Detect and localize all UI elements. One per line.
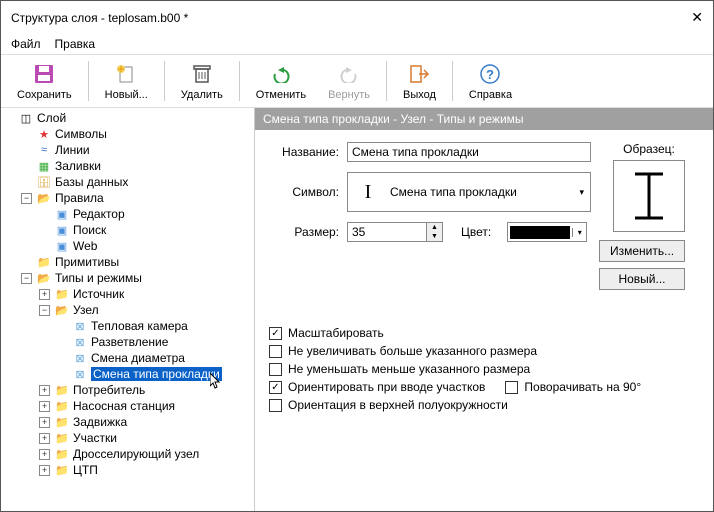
lines-icon: ≈ — [36, 143, 52, 157]
edit-button[interactable]: Изменить... — [599, 240, 685, 262]
new-symbol-button[interactable]: Новый... — [599, 268, 685, 290]
star-icon: ★ — [36, 127, 52, 141]
checkbox-rotate90[interactable] — [505, 381, 518, 394]
delete-button[interactable]: Удалить — [171, 59, 233, 103]
name-label: Название: — [269, 145, 339, 159]
spin-up-icon[interactable]: ▲ — [427, 223, 442, 232]
exit-button[interactable]: Выход — [393, 59, 446, 103]
new-icon — [113, 61, 139, 87]
db-icon: 🗄 — [36, 175, 52, 189]
panel-header: Смена типа прокладки - Узел - Типы и реж… — [255, 108, 713, 130]
help-button[interactable]: ? Справка — [459, 59, 522, 103]
mode-icon: ⊠ — [72, 367, 88, 381]
color-picker[interactable]: ▾ — [507, 222, 587, 242]
tree-panel[interactable]: ◫Слой ★Символы ≈Линии ▦Заливки 🗄Базы дан… — [1, 108, 255, 511]
help-icon: ? — [477, 61, 503, 87]
mode-icon: ⊠ — [72, 335, 88, 349]
menu-file[interactable]: Файл — [11, 37, 41, 51]
folder-icon: 📁 — [54, 447, 70, 461]
color-label: Цвет: — [461, 225, 491, 239]
mode-icon: ⊠ — [72, 319, 88, 333]
folder-icon: 📂 — [36, 191, 52, 205]
menu-edit[interactable]: Правка — [55, 37, 96, 51]
name-input[interactable] — [347, 142, 591, 162]
folder-icon: 📁 — [36, 255, 52, 269]
cube-icon: ▣ — [54, 223, 70, 237]
undo-button[interactable]: Отменить — [246, 59, 316, 103]
tree-selected-item[interactable]: ⊠Смена типа прокладки — [55, 366, 254, 382]
exit-icon — [406, 61, 432, 87]
color-swatch — [510, 226, 570, 239]
folder-icon: 📁 — [54, 287, 70, 301]
folder-icon: 📁 — [54, 399, 70, 413]
size-spinner[interactable]: ▲▼ — [347, 222, 443, 242]
spin-down-icon[interactable]: ▼ — [427, 232, 442, 241]
mode-icon: ⊠ — [72, 351, 88, 365]
cube-icon: ▣ — [54, 207, 70, 221]
symbol-glyph-icon: I — [354, 181, 382, 204]
save-icon — [31, 61, 57, 87]
folder-icon: 📁 — [54, 463, 70, 477]
tree-root[interactable]: Слой — [37, 111, 66, 125]
undo-icon — [268, 61, 294, 87]
folder-icon: 📁 — [54, 415, 70, 429]
checkbox-no-shrink[interactable] — [269, 363, 282, 376]
cube-icon: ▣ — [54, 239, 70, 253]
window-title: Структура слоя - teplosam.b00 * — [11, 11, 691, 25]
trash-icon — [189, 61, 215, 87]
folder-icon: 📁 — [54, 431, 70, 445]
chevron-down-icon: ▾ — [579, 187, 584, 198]
folder-icon: 📁 — [54, 383, 70, 397]
size-label: Размер: — [269, 225, 339, 239]
checkbox-no-enlarge[interactable] — [269, 345, 282, 358]
symbol-select[interactable]: I Смена типа прокладки ▾ — [347, 172, 591, 212]
redo-icon — [336, 61, 362, 87]
fills-icon: ▦ — [36, 159, 52, 173]
layer-icon: ◫ — [18, 111, 34, 125]
save-button[interactable]: Сохранить — [7, 59, 82, 103]
folder-icon: 📂 — [36, 271, 52, 285]
new-button[interactable]: Новый... — [95, 59, 158, 103]
checkbox-orient-input[interactable]: ✓ — [269, 381, 282, 394]
checkbox-scale[interactable]: ✓ — [269, 327, 282, 340]
redo-button[interactable]: Вернуть — [318, 59, 380, 103]
svg-text:?: ? — [487, 67, 495, 82]
sample-label: Образец: — [599, 142, 699, 156]
checkbox-orient-semi[interactable] — [269, 399, 282, 412]
close-button[interactable]: ✕ — [691, 9, 703, 26]
sample-preview — [613, 160, 685, 232]
folder-icon: 📂 — [54, 303, 70, 317]
chevron-down-icon: ▾ — [572, 228, 586, 237]
symbol-label: Символ: — [269, 185, 339, 199]
